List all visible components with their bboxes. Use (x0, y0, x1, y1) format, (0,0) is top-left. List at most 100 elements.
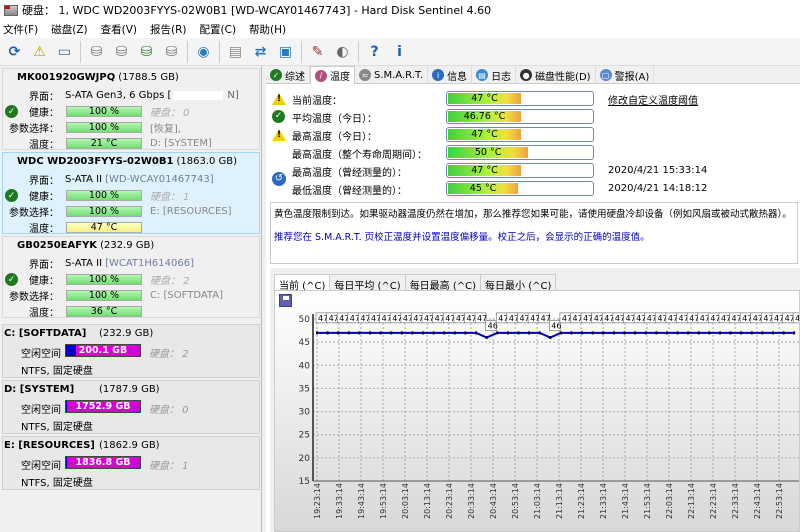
report-button[interactable]: ▤ (225, 41, 247, 63)
disk-item[interactable]: MK001920GWJPQ (1788.5 GB) 界面： S-ATA Gen3, 6… (2, 68, 261, 151)
used-space-fill (66, 457, 68, 468)
performance-row: 参数选择： 100 % E: [RESOURCES] (3, 204, 261, 219)
data-point (591, 331, 594, 335)
data-point (676, 331, 679, 335)
volume-item[interactable]: C: [SOFTDATA] (232.9 GB) 空闲空间 200.1 GB 硬盘： 2… (2, 324, 260, 378)
temperature-stat-row: ! 最高温度（今日）： 47 °C (266, 126, 800, 144)
x-tick-label: 20:33:14 (467, 483, 476, 519)
free-space-label: 空闲空间 (21, 461, 61, 472)
temperature-stat-bar: 47 °C (446, 127, 594, 142)
interface-value: S-ATA II (65, 173, 103, 185)
settings-button[interactable]: ✎ (307, 41, 329, 63)
interface-row: 界面： S-ATA Gen3, 6 Gbps [N] (3, 88, 261, 103)
chart-section: 当前 (^C) 每日平均 (^C) 每日最高 (^C) 每日最小 (^C) 15 20 2… (270, 268, 800, 532)
sync-button[interactable]: ⇄ (250, 41, 272, 63)
serial-number: [WCAT1H614066] (105, 257, 194, 269)
data-point (390, 331, 393, 335)
disk-name: MK001920GWJPQ (1788.5 GB) (17, 72, 179, 83)
menu-item-2[interactable]: 查看(V) (98, 22, 147, 37)
data-point (687, 331, 690, 335)
disk-name: GB0250EAFYK (232.9 GB) (17, 240, 154, 251)
menu-item-4[interactable]: 配置(C) (197, 22, 247, 37)
temperature-stat-label: 最高温度（整个寿命周期间）： (292, 149, 427, 161)
sound-icon: ◐ (336, 43, 349, 60)
filesystem-type: NTFS, 固定硬盘 (21, 478, 93, 489)
data-point (496, 331, 499, 335)
free-space-label: 空闲空间 (21, 349, 61, 360)
temperature-stat-row: ↺ 最高温度（曾经测量的）： 47 °C 2020/4/21 15:33:14 (266, 162, 800, 186)
x-tick-label: 21:43:14 (621, 483, 630, 519)
network-button[interactable]: ◉ (193, 41, 215, 63)
temperature-bar: 21 °C (66, 137, 142, 149)
disk-info-icon: ▭ (57, 43, 72, 60)
data-point (517, 331, 520, 335)
temperature-row: 温度： 36 °C (3, 304, 261, 319)
alert-button[interactable]: ⚠ (29, 41, 51, 63)
window-title: 硬盘： 1, WDC WD2003FYYS-02W0B1 [WD-WCAY014… (22, 4, 492, 17)
tab-info[interactable]: i 信息 (428, 66, 473, 84)
free-space-bar: 200.1 GB (65, 344, 141, 357)
performance-note: E: [RESOURCES] (150, 205, 232, 217)
disk-size: (1788.5 GB) (118, 72, 179, 83)
volume-item[interactable]: E: [RESOURCES] (1862.9 GB) 空闲空间 1836.8 GB 硬盘… (2, 436, 260, 490)
menu-item-3[interactable]: 报告(R) (147, 22, 197, 37)
disk-info-button[interactable]: ▭ (54, 41, 76, 63)
menu-item-5[interactable]: 帮助(H) (246, 22, 296, 37)
disk-search-icon: ⛁ (165, 43, 178, 60)
threshold-link[interactable]: 修改自定义温度阈值 (608, 92, 698, 107)
tab-performance[interactable]: ● 磁盘性能(D) (516, 66, 596, 84)
menu-item-1[interactable]: 磁盘(Z) (48, 22, 97, 37)
x-tick-label: 20:43:14 (489, 483, 498, 519)
interface-label: 界面： (29, 259, 59, 271)
toolbar-separator (187, 40, 188, 63)
performance-row: 参数选择： 100 % C: [SOFTDATA] (3, 288, 261, 303)
free-space-label: 空闲空间 (21, 405, 61, 416)
sound-button[interactable]: ◐ (332, 41, 354, 63)
temperature-stat-row: ! 当前温度： 47 °C (266, 90, 800, 108)
tab-log[interactable]: ▤ 日志 (472, 66, 517, 84)
disk-test-button[interactable]: ⛁ (86, 41, 108, 63)
temperature-stat-row: ✓ 平均温度（今日）： 46.76 °C (266, 108, 800, 126)
temperature-chart: 15 20 25 30 35 40 45 50 19:23:14 19:33:14 19:43:14… (299, 312, 799, 519)
tab-alert-tab[interactable]: ▢ 警报(A) (596, 66, 655, 84)
info-button[interactable]: i (389, 41, 411, 63)
disk-item[interactable]: GB0250EAFYK (232.9 GB) 界面： S-ATA II [WCAT1H6… (2, 236, 261, 319)
data-point (655, 331, 658, 335)
temperature-bar: 36 °C (66, 305, 142, 317)
info-icon: i (397, 43, 402, 60)
tab-thermometer[interactable]: / 温度 (310, 66, 355, 84)
temperature-stat-value: 47 °C (448, 129, 521, 140)
warning-message: 黄色温度限制到达。如果驱动器温度仍然在增加，那么推荐您如果可能，请使用硬盘冷却设… (274, 209, 792, 220)
data-point (432, 331, 435, 335)
data-point (347, 331, 350, 335)
data-point (538, 331, 541, 335)
data-point (549, 336, 552, 340)
y-tick-label: 45 (299, 338, 310, 348)
menu-item-0[interactable]: 文件(F) (0, 22, 48, 37)
disk-timer-icon: ⛁ (115, 43, 128, 60)
data-point (570, 331, 573, 335)
disk-search-button[interactable]: ⛁ (161, 41, 183, 63)
computer-button[interactable]: ▣ (275, 41, 297, 63)
health-bar: 100 % (66, 189, 142, 201)
performance-note: C: [SOFTDATA] (150, 289, 223, 301)
smart-icon: ≈ (359, 69, 371, 81)
tab-smart[interactable]: ≈ S.M.A.R.T. (355, 66, 429, 84)
disk-check-button[interactable]: ⛁ (136, 41, 158, 63)
data-point (337, 331, 340, 335)
data-point (485, 336, 488, 340)
x-tick-label: 19:53:14 (379, 483, 388, 519)
temperature-bar: 47 °C (66, 221, 142, 233)
x-tick-label: 22:33:14 (731, 483, 740, 519)
help-button[interactable]: ? (364, 41, 386, 63)
alert-tab-icon: ▢ (599, 69, 612, 81)
refresh-button[interactable]: ⟳ (4, 41, 26, 63)
disk-test-icon: ⛁ (90, 43, 103, 60)
tab-label: 综述 (285, 71, 305, 83)
tab-check[interactable]: ✓ 综述 (266, 66, 310, 84)
disk-timer-button[interactable]: ⛁ (111, 41, 133, 63)
volume-item[interactable]: D: [SYSTEM] (1787.9 GB) 空闲空间 1752.9 GB 硬盘： 0… (2, 380, 260, 434)
temperature-stat-value: 47 °C (448, 93, 521, 104)
disk-item[interactable]: WDC WD2003FYYS-02W0B1 (1863.0 GB) 界面： S-ATA… (2, 152, 261, 235)
warning-icon: ! (272, 93, 286, 106)
